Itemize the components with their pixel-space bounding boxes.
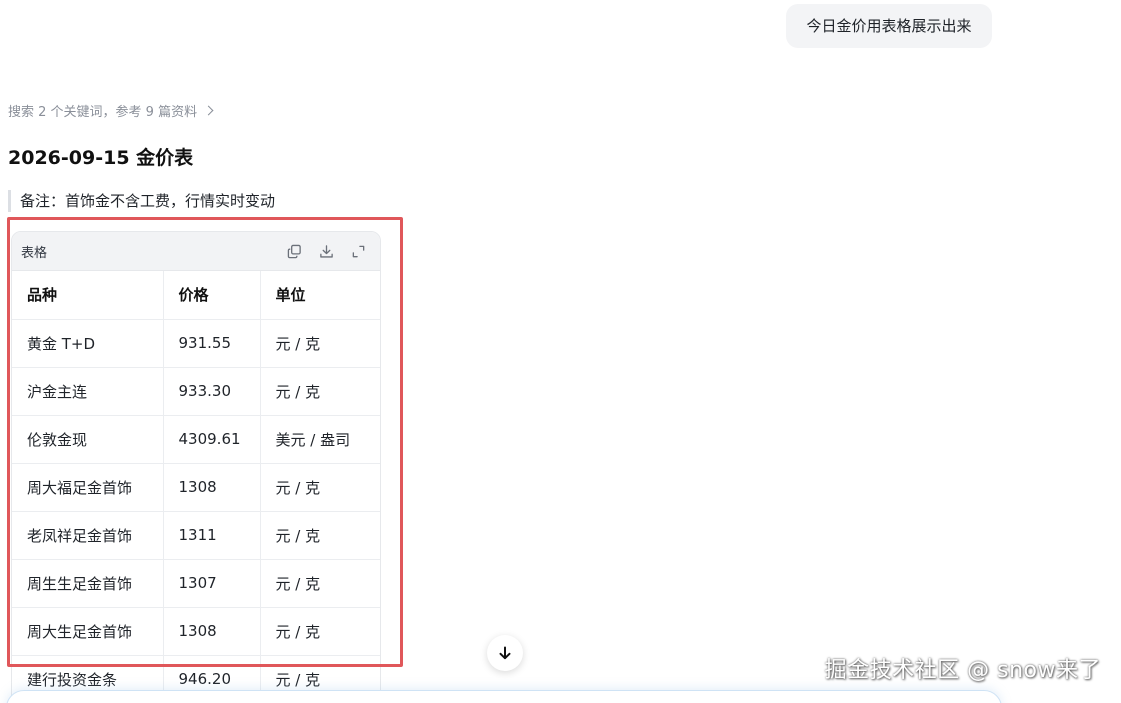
copy-icon[interactable]	[286, 243, 302, 259]
cell-price: 1311	[163, 511, 261, 560]
cell-price: 933.30	[163, 367, 261, 416]
page-title: 2026-09-15 金价表	[8, 147, 194, 169]
search-summary[interactable]: 搜索 2 个关键词，参考 9 篇资料	[8, 101, 214, 120]
cell-variety: 老凤祥足金首饰	[12, 511, 164, 560]
cell-variety: 周生生足金首饰	[12, 559, 164, 608]
cell-unit: 元 / 克	[260, 511, 380, 560]
gold-price-table: 品种 价格 单位 黄金 T+D 931.55 元 / 克 沪金主连 933.30…	[12, 271, 380, 703]
cell-variety: 周大生足金首饰	[12, 607, 164, 656]
column-header-unit: 单位	[260, 271, 380, 320]
table-row: 黄金 T+D 931.55 元 / 克	[12, 319, 380, 368]
cell-variety: 伦敦金现	[12, 415, 164, 464]
cell-variety: 周大福足金首饰	[12, 463, 164, 512]
expand-icon[interactable]	[350, 243, 366, 259]
table-row: 周生生足金首饰 1307 元 / 克	[12, 559, 380, 608]
cell-price: 1308	[163, 607, 261, 656]
table-card: 表格 品种 价格 单位 黄金 T+D 931.55 元 / 克 沪金主连 933…	[11, 231, 381, 703]
note-blockquote: 备注：首饰金不含工费，行情实时变动	[8, 190, 275, 212]
cell-price: 1307	[163, 559, 261, 608]
table-row: 周大福足金首饰 1308 元 / 克	[12, 463, 380, 512]
cell-unit: 元 / 克	[260, 559, 380, 608]
search-summary-text: 搜索 2 个关键词，参考 9 篇资料	[8, 105, 198, 120]
user-message-bubble: 今日金价用表格展示出来	[786, 4, 992, 48]
chat-input-box[interactable]	[6, 690, 1002, 703]
cell-unit: 元 / 克	[260, 463, 380, 512]
table-row: 沪金主连 933.30 元 / 克	[12, 367, 380, 416]
table-header-row: 品种 价格 单位	[12, 271, 380, 320]
watermark: 掘金技术社区 @ snow来了	[824, 658, 1101, 683]
cell-unit: 美元 / 盎司	[260, 415, 380, 464]
cell-variety: 沪金主连	[12, 367, 164, 416]
cell-price: 4309.61	[163, 415, 261, 464]
scroll-to-bottom-button[interactable]	[487, 635, 523, 671]
download-icon[interactable]	[318, 243, 334, 259]
table-card-header: 表格	[12, 232, 380, 271]
column-header-variety: 品种	[12, 271, 164, 320]
cell-unit: 元 / 克	[260, 607, 380, 656]
cell-variety: 黄金 T+D	[12, 319, 164, 368]
table-row: 周大生足金首饰 1308 元 / 克	[12, 607, 380, 656]
chevron-right-icon	[203, 105, 214, 116]
chat-page: 今日金价用表格展示出来 搜索 2 个关键词，参考 9 篇资料 2026-09-1…	[0, 0, 1121, 703]
cell-unit: 元 / 克	[260, 319, 380, 368]
column-header-price: 价格	[163, 271, 261, 320]
table-row: 老凤祥足金首饰 1311 元 / 克	[12, 511, 380, 560]
table-card-tools	[286, 243, 366, 259]
cell-unit: 元 / 克	[260, 367, 380, 416]
cell-price: 1308	[163, 463, 261, 512]
table-card-title: 表格	[21, 245, 48, 261]
table-row: 伦敦金现 4309.61 美元 / 盎司	[12, 415, 380, 464]
arrow-down-icon	[499, 646, 511, 660]
cell-price: 931.55	[163, 319, 261, 368]
